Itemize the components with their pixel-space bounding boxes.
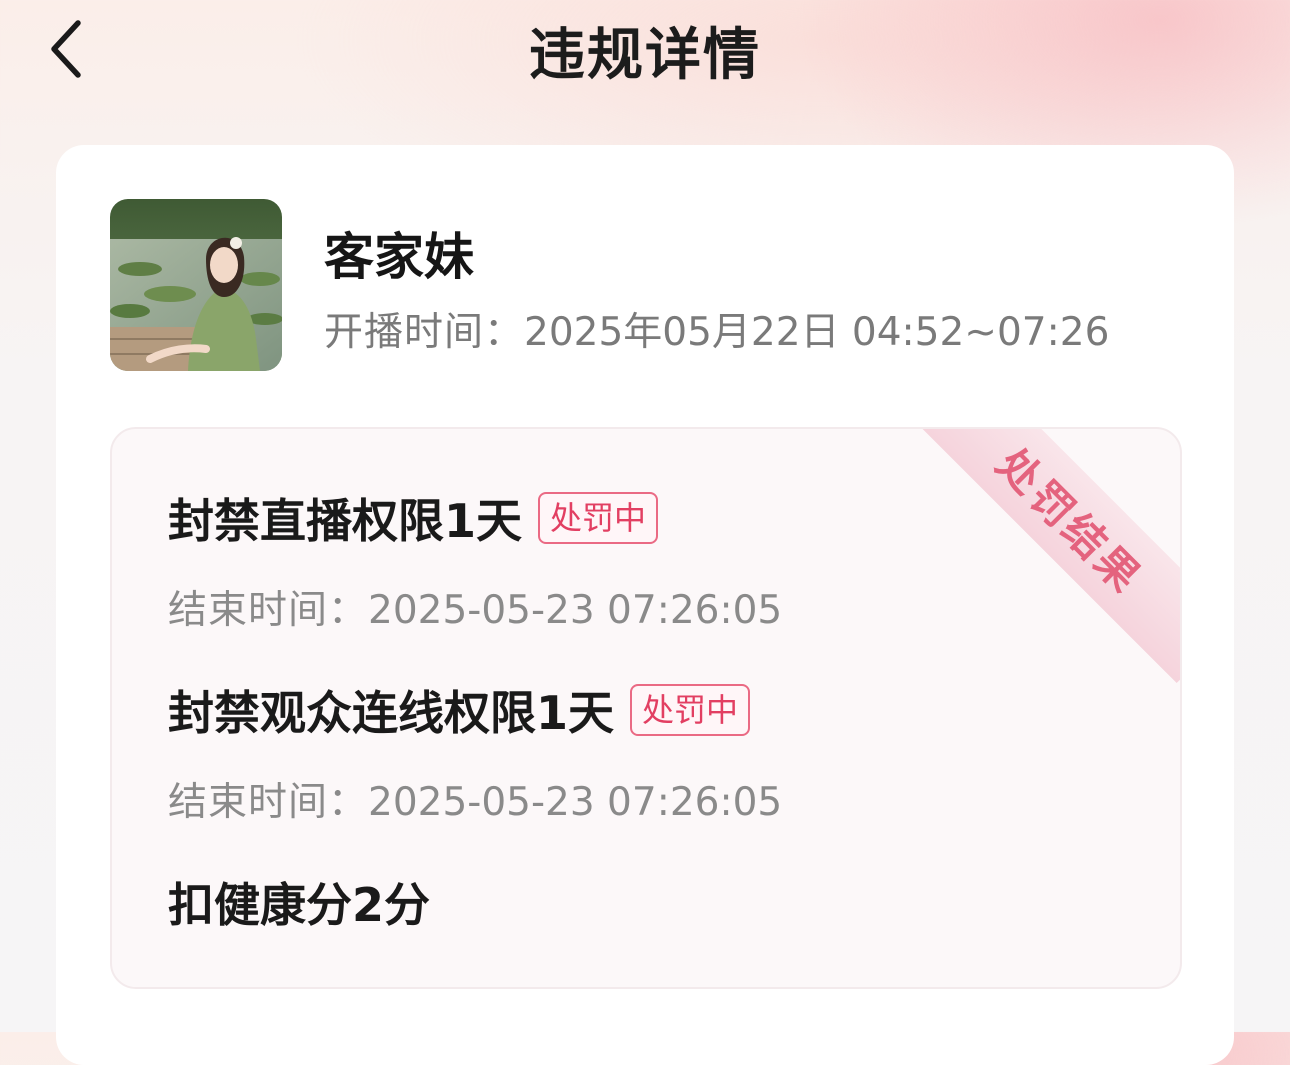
penalty-title: 封禁观众连线权限1天 xyxy=(168,686,615,740)
ribbon-label: 处罚结果 xyxy=(987,438,1153,604)
status-badge: 处罚中 xyxy=(538,492,659,544)
end-time-value: 2025-05-23 07:26:05 xyxy=(368,588,783,633)
penalty-title-row: 封禁直播权限1天 处罚中 xyxy=(168,485,782,551)
stream-time: 开播时间：2025年05月22日 04:52~07:26 xyxy=(324,301,1109,357)
penalty-item: 封禁直播权限1天 处罚中 结束时间：2025-05-23 07:26:05 xyxy=(168,485,782,635)
end-time: 结束时间：2025-05-23 07:26:05 xyxy=(168,771,782,827)
penalty-result-box: 处罚结果 封禁直播权限1天 处罚中 结束时间：2025-05-23 07:26:… xyxy=(110,427,1182,989)
end-time-label: 结束时间： xyxy=(168,588,369,633)
stream-time-value: 2025年05月22日 04:52~07:26 xyxy=(524,310,1110,355)
end-time-value: 2025-05-23 07:26:05 xyxy=(368,780,783,825)
penalty-item: 封禁观众连线权限1天 处罚中 结束时间：2025-05-23 07:26:05 xyxy=(168,677,782,827)
avatar-photo xyxy=(110,199,282,371)
stream-time-label: 开播时间： xyxy=(324,310,525,355)
penalty-result-ribbon: 处罚结果 xyxy=(907,429,1180,684)
end-time: 结束时间：2025-05-23 07:26:05 xyxy=(168,579,782,635)
streamer-avatar[interactable] xyxy=(110,199,282,371)
violation-card: 客家妹 开播时间：2025年05月22日 04:52~07:26 处罚结果 封禁… xyxy=(56,145,1234,1065)
top-bar: 违规详情 xyxy=(0,0,1290,100)
streamer-name: 客家妹 xyxy=(324,228,474,286)
page-title: 违规详情 xyxy=(529,23,761,88)
health-score-deduction: 扣健康分2分 xyxy=(168,878,431,932)
end-time-label: 结束时间： xyxy=(168,780,369,825)
penalty-title-row: 封禁观众连线权限1天 处罚中 xyxy=(168,677,782,743)
status-badge: 处罚中 xyxy=(630,684,751,736)
penalty-title: 封禁直播权限1天 xyxy=(168,494,523,548)
